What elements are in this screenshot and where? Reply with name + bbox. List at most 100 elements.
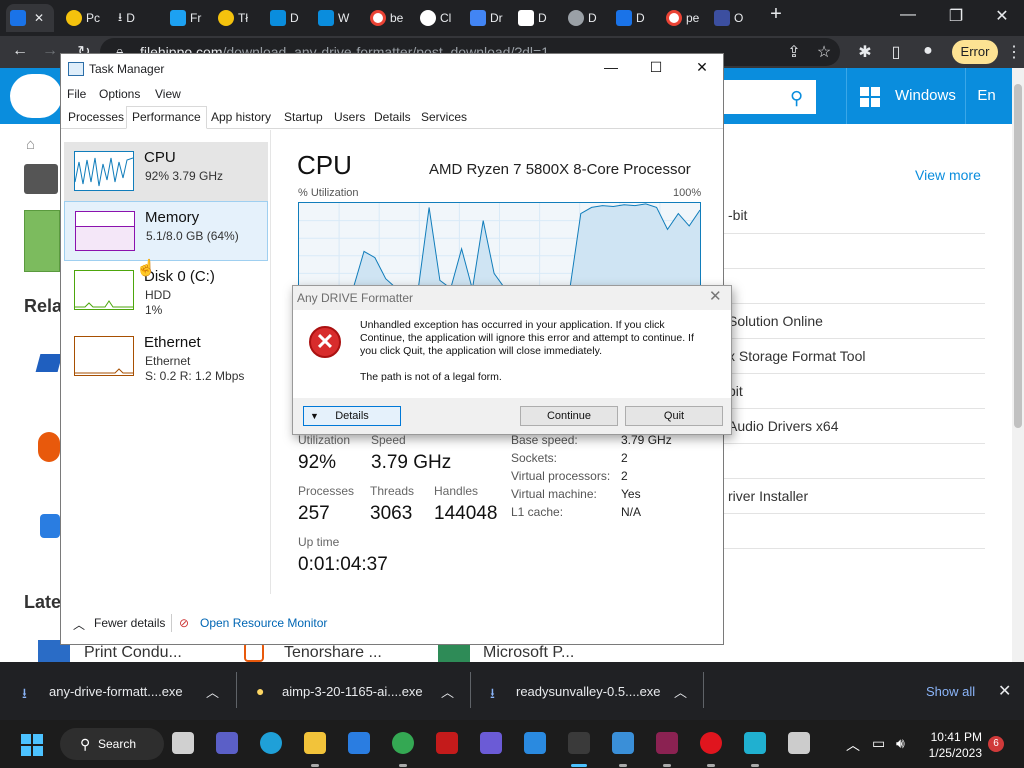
chevron-up-icon[interactable]: ︿ [206, 682, 219, 701]
taskbar-chrome-icon[interactable] [392, 732, 414, 754]
extensions-icon[interactable]: ✱ [855, 42, 875, 62]
continue-button[interactable]: Continue [520, 406, 618, 426]
tab-13[interactable]: pe [662, 4, 703, 32]
chevron-up-icon[interactable]: ︿ [674, 682, 687, 701]
tab-10[interactable]: D [514, 4, 551, 32]
nav-windows[interactable]: Windows [846, 68, 964, 124]
taskbar-explorer-icon[interactable] [304, 732, 326, 754]
menu-options[interactable]: Options [99, 87, 140, 101]
side-panel-icon[interactable]: ▯ [886, 42, 906, 62]
quit-button[interactable]: Quit [625, 406, 723, 426]
download-item[interactable]: any-drive-formatt....exe [49, 684, 183, 699]
tab-services[interactable]: Services [421, 110, 467, 124]
breadcrumb-home-icon[interactable]: ⌂ [26, 136, 35, 153]
taskbar-winrar-icon[interactable] [656, 732, 678, 754]
taskbar-search[interactable]: Search [60, 728, 164, 760]
forward-icon[interactable]: → [40, 42, 60, 60]
download-item[interactable]: readysunvalley-0.5....exe [516, 684, 661, 699]
chevron-up-icon[interactable]: ︿ [441, 682, 454, 701]
sidebar-item-ethernet[interactable]: Ethernet Ethernet S: 0.2 R: 1.2 Mbps [64, 327, 268, 387]
list-item[interactable]: river Installer [728, 488, 808, 504]
sidebar-item-cpu[interactable]: CPU 92% 3.79 GHz [64, 142, 268, 202]
back-icon[interactable]: ← [10, 42, 30, 60]
tab-startup[interactable]: Startup [284, 110, 323, 124]
minimize-browser-button[interactable]: — [894, 6, 922, 24]
download-button-green[interactable] [24, 210, 60, 272]
tab-users[interactable]: Users [334, 110, 365, 124]
page-scrollbar-thumb[interactable] [1014, 84, 1022, 428]
tab-processes[interactable]: Processes [68, 110, 124, 124]
taskbar-app-red-icon[interactable] [436, 732, 458, 754]
tab-7[interactable]: be [366, 4, 407, 32]
tab-12[interactable]: D [612, 4, 649, 32]
profile-icon[interactable]: ● [918, 42, 938, 60]
tab-6[interactable]: W [314, 4, 353, 32]
tab-14[interactable]: O [710, 4, 747, 32]
bookmark-star-icon[interactable]: ☆ [814, 42, 834, 62]
latest-item[interactable]: Microsoft P... [483, 644, 574, 662]
tab-11[interactable]: D [564, 4, 601, 32]
chevron-up-tray-icon[interactable]: ︿ [846, 735, 860, 755]
download-item[interactable]: aimp-3-20-1165-ai....exe [282, 684, 423, 699]
tab-details[interactable]: Details [374, 110, 411, 124]
open-resource-monitor-link[interactable]: Open Resource Monitor [200, 616, 327, 630]
tab-performance[interactable]: Performance [126, 106, 207, 129]
tab-close-icon[interactable]: ✕ [34, 11, 44, 25]
menu-view[interactable]: View [155, 87, 181, 101]
taskbar-opera-icon[interactable] [700, 732, 722, 754]
close-browser-button[interactable]: ✕ [988, 6, 1016, 26]
list-item[interactable]: -bit [728, 207, 747, 223]
list-item[interactable]: Solution Online [728, 313, 823, 329]
menu-kebab-icon[interactable]: ⋮ [1004, 42, 1024, 62]
list-item[interactable]: Audio Drivers x64 [728, 418, 839, 434]
search-icon[interactable]: ⚲ [790, 88, 803, 109]
taskbar-store-icon[interactable] [348, 732, 370, 754]
taskbar-usb-icon[interactable] [788, 732, 810, 754]
tab-2[interactable]: ⭳ D [114, 4, 139, 32]
notification-badge[interactable]: 6 [988, 736, 1004, 752]
list-item[interactable]: x Storage Format Tool [728, 348, 865, 364]
dialog-close-icon[interactable]: ✕ [709, 287, 722, 305]
details-button[interactable]: ▼ Details [303, 406, 401, 426]
show-all-downloads-link[interactable]: Show all [926, 684, 975, 699]
sidebar-item-disk[interactable]: Disk 0 (C:) HDD 1% [64, 261, 268, 321]
new-tab-button[interactable]: + [762, 3, 790, 26]
view-more-link[interactable]: View more [915, 167, 981, 183]
chevron-up-icon[interactable]: ︿ [73, 616, 85, 633]
tab-9[interactable]: Dr [466, 4, 507, 32]
task-manager-titlebar[interactable]: Task Manager — ☐ ✕ [61, 54, 723, 84]
tab-3[interactable]: Fr [166, 4, 205, 32]
taskbar-edge-icon[interactable] [260, 732, 282, 754]
taskbar-photos-icon[interactable] [524, 732, 546, 754]
share-icon[interactable]: ⇪ [784, 42, 804, 62]
tab-5[interactable]: D [266, 4, 303, 32]
tab-1[interactable]: Pc [62, 4, 104, 32]
close-downloads-icon[interactable]: ✕ [998, 681, 1011, 701]
latest-item[interactable]: Tenorshare ... [284, 644, 382, 662]
tab-app-history[interactable]: App history [211, 110, 271, 124]
taskbar-app-p-icon[interactable] [480, 732, 502, 754]
tab-8[interactable]: Cl [416, 4, 455, 32]
taskbar-task-view-icon[interactable] [172, 732, 194, 754]
language-selector[interactable]: En [965, 68, 1007, 124]
taskbar-settings-icon[interactable] [568, 732, 590, 754]
fewer-details-link[interactable]: Fewer details [94, 616, 165, 630]
minimize-button[interactable]: — [596, 59, 626, 75]
volume-icon[interactable]: 🔊︎ [896, 735, 905, 752]
sidebar-item-memory[interactable]: Memory 5.1/8.0 GB (64%) [64, 201, 268, 261]
taskbar-app-cyan-icon[interactable] [744, 732, 766, 754]
filehippo-logo[interactable] [10, 74, 62, 118]
taskbar-meet-icon[interactable] [216, 732, 238, 754]
taskbar-task-manager-icon[interactable] [612, 732, 634, 754]
restore-browser-button[interactable]: ❐ [942, 6, 970, 26]
menu-file[interactable]: File [67, 87, 86, 101]
tab-4[interactable]: Tł [214, 4, 252, 32]
tab-0[interactable]: ✕ [6, 4, 54, 32]
taskbar-clock[interactable]: 10:41 PM 1/25/2023 [916, 729, 982, 761]
display-icon[interactable]: ▭ [872, 735, 885, 752]
maximize-button[interactable]: ☐ [641, 59, 671, 76]
profile-error-chip[interactable]: Error [952, 40, 998, 64]
latest-item[interactable]: Print Condu... [84, 644, 182, 662]
start-button-windows-icon[interactable] [21, 734, 43, 756]
close-button[interactable]: ✕ [687, 59, 717, 76]
